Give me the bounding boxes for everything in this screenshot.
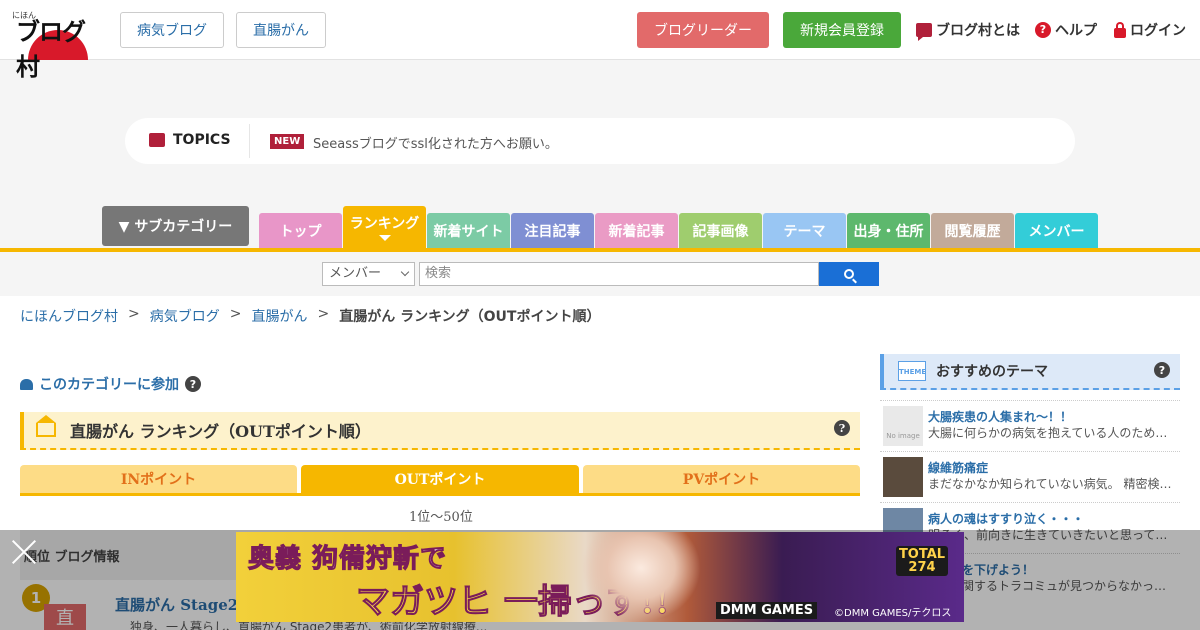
- tab-out-points[interactable]: OUTポイント: [301, 465, 579, 493]
- ad-headline: 奥義 狗備狩斬で: [247, 544, 448, 575]
- tab-history[interactable]: 閲覧履歴: [931, 213, 1014, 248]
- tab-label: 新着サイト: [433, 223, 504, 240]
- topics-bar: TOPICS NEW Seeassブログでssl化された方へお願い。: [125, 118, 1075, 164]
- ad-character-image: [581, 532, 701, 622]
- people-icon: [20, 378, 33, 390]
- search-type-select[interactable]: メンバー: [322, 262, 415, 286]
- theme-badge-icon: THEME: [898, 361, 926, 381]
- theme-item[interactable]: 線維筋痛症 まだなかなか知られていない病気。 精密検…: [880, 451, 1180, 502]
- chevron-down-icon: [400, 267, 410, 277]
- topics-icon: [149, 133, 165, 147]
- topics-link[interactable]: Seeassブログでssl化された方へお願い。: [313, 133, 558, 152]
- tab-hometown[interactable]: 出身・住所: [847, 213, 930, 248]
- recommended-themes-header: THEME おすすめのテーマ ?: [880, 354, 1180, 390]
- join-label: このカテゴリーに参加: [39, 377, 179, 393]
- lock-icon: [1114, 21, 1126, 38]
- close-icon[interactable]: [8, 536, 40, 568]
- theme-title[interactable]: 病人の魂はすすり泣く・・・: [928, 510, 1084, 527]
- breadcrumb-sep: >: [317, 306, 330, 322]
- register-button[interactable]: 新規会員登録: [783, 12, 901, 48]
- topics-divider: [249, 124, 250, 158]
- breadcrumb-sep: >: [229, 306, 242, 322]
- tab-new-articles[interactable]: 新着記事: [595, 213, 678, 248]
- new-badge: NEW: [270, 134, 305, 149]
- tab-top[interactable]: トップ: [259, 213, 342, 248]
- breadcrumb-current: 直腸がん ランキング（OUTポイント順）: [339, 309, 601, 325]
- category-link-disease[interactable]: 病気ブログ: [120, 12, 224, 48]
- tab-label: 注目記事: [524, 223, 581, 240]
- breadcrumb-home[interactable]: にほんブログ村: [20, 306, 118, 326]
- logo-text: ブログ村: [16, 17, 86, 81]
- category-link-rectal-cancer[interactable]: 直腸がん: [236, 12, 326, 48]
- login-link[interactable]: ログイン: [1114, 20, 1186, 40]
- tab-label: 新着記事: [608, 223, 665, 240]
- subcategory-button[interactable]: ▼ サブカテゴリー: [102, 206, 249, 246]
- points-tab-line: [20, 493, 860, 496]
- theme-help-icon[interactable]: ?: [1154, 362, 1170, 378]
- tab-label: メンバー: [1028, 223, 1085, 240]
- ad-total-value: 274: [908, 560, 936, 575]
- breadcrumb-rectal-cancer[interactable]: 直腸がん: [251, 306, 307, 326]
- search-button[interactable]: [819, 262, 879, 286]
- ad-banner[interactable]: 奥義 狗備狩斬で マガツヒ 一掃っす!! TOTAL 274 DMM GAMES…: [236, 532, 964, 622]
- login-label: ログイン: [1130, 23, 1186, 39]
- tab-label: テーマ: [783, 223, 826, 240]
- tab-label: 閲覧履歴: [944, 223, 1001, 240]
- tab-pv-points[interactable]: PVポイント: [583, 465, 860, 493]
- about-link[interactable]: ブログ村とは: [916, 20, 1020, 41]
- ad-copyright: ©DMM GAMES/テクロス: [834, 608, 952, 619]
- breadcrumb-disease[interactable]: 病気ブログ: [150, 306, 220, 326]
- search-type-value: メンバー: [329, 266, 382, 281]
- blog-reader-button[interactable]: ブログリーダー: [637, 12, 769, 48]
- search-input[interactable]: 検索: [419, 262, 819, 286]
- tab-label: 出身・住所: [853, 223, 924, 240]
- tab-label: 記事画像: [692, 223, 749, 240]
- chat-icon: [916, 23, 932, 41]
- recommended-themes-title: おすすめのテーマ: [936, 364, 1048, 380]
- crown-icon: [36, 415, 56, 437]
- join-category-link[interactable]: このカテゴリーに参加 ?: [20, 374, 201, 394]
- breadcrumb: にほんブログ村 > 病気ブログ > 直腸がん > 直腸がん ランキング（OUTポ…: [20, 306, 600, 326]
- tab-in-points[interactable]: INポイント: [20, 465, 297, 493]
- help-icon[interactable]: ?: [185, 376, 201, 392]
- breadcrumb-sep: >: [128, 306, 140, 322]
- tab-article-images[interactable]: 記事画像: [679, 213, 762, 248]
- help-link[interactable]: ? ヘルプ: [1035, 20, 1097, 40]
- help-icon: ?: [1035, 22, 1051, 38]
- theme-title[interactable]: 大腸疾患の人集まれ〜！！: [928, 408, 1072, 425]
- theme-item[interactable]: No image 大腸疾患の人集まれ〜！！ 大腸に何らかの病気を抱えている人のた…: [880, 400, 1180, 451]
- theme-desc: 大腸に何らかの病気を抱えている人のため…: [928, 426, 1168, 440]
- tab-label: ランキング: [349, 216, 420, 232]
- no-image-thumb: No image: [883, 406, 923, 446]
- ranking-title-text: 直腸がん ランキング（OUTポイント順）: [70, 422, 371, 441]
- topics-label: TOPICS: [149, 132, 231, 148]
- rank-range: 1位〜50位: [409, 510, 473, 525]
- ad-total-badge: TOTAL 274: [896, 546, 948, 576]
- about-label: ブログ村とは: [936, 23, 1020, 39]
- ad-brand-logo: DMM GAMES: [716, 602, 818, 619]
- tab-new-sites[interactable]: 新着サイト: [427, 213, 510, 248]
- caret-down-icon: [378, 235, 391, 241]
- theme-thumb: [883, 457, 923, 497]
- tab-theme[interactable]: テーマ: [763, 213, 846, 248]
- tab-featured[interactable]: 注目記事: [511, 213, 594, 248]
- help-label: ヘルプ: [1055, 23, 1097, 39]
- topics-label-text: TOPICS: [173, 132, 231, 148]
- tab-members[interactable]: メンバー: [1015, 213, 1098, 248]
- site-logo[interactable]: にほん ブログ村: [10, 8, 106, 81]
- search-icon: [844, 269, 854, 279]
- theme-title[interactable]: 線維筋痛症: [928, 459, 988, 476]
- ranking-title: 直腸がん ランキング（OUTポイント順） ?: [20, 412, 860, 450]
- theme-desc: まだなかなか知られていない病気。 精密検…: [928, 477, 1172, 491]
- ranking-help-icon[interactable]: ?: [834, 420, 850, 436]
- site-header: にほん ブログ村 病気ブログ 直腸がん ブログリーダー 新規会員登録 ブログ村と…: [0, 0, 1200, 81]
- tab-ranking[interactable]: ランキング: [343, 206, 426, 248]
- no-image-label: No image: [886, 432, 920, 440]
- tab-label: トップ: [279, 223, 322, 240]
